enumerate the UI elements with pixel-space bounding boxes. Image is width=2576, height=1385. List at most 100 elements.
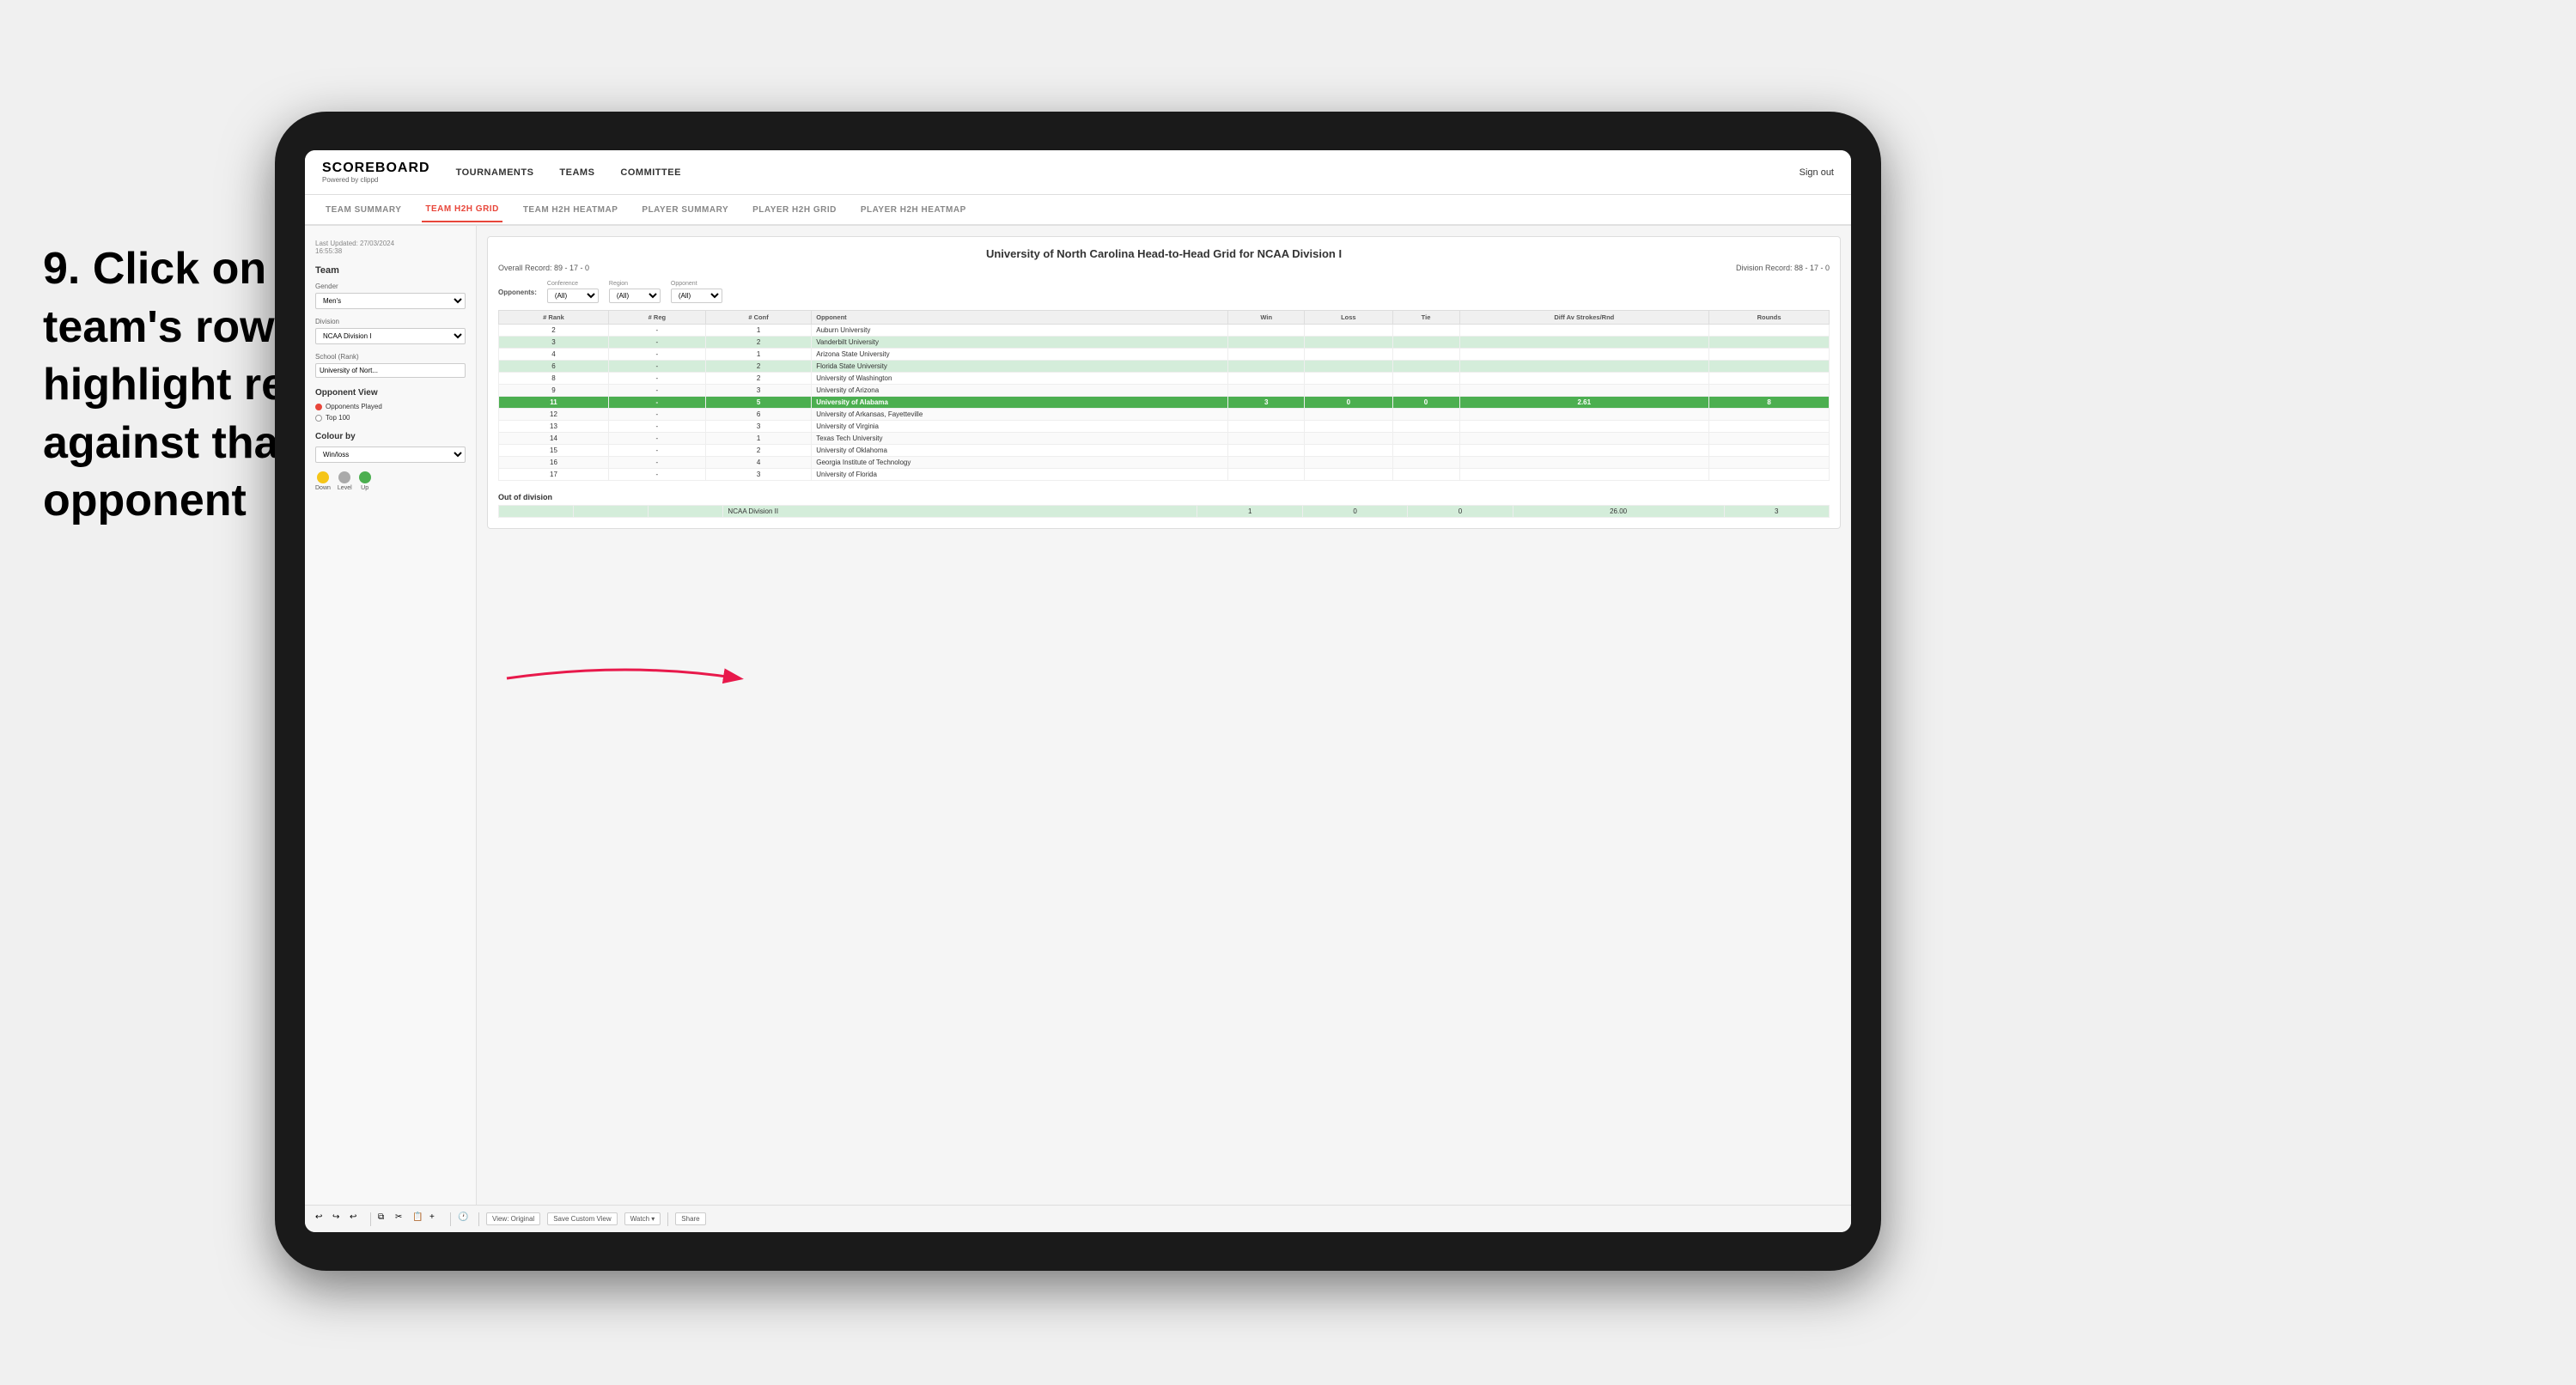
table-row[interactable]: 13-3University of Virginia bbox=[499, 421, 1830, 433]
legend-up: Up bbox=[359, 471, 371, 491]
table-row[interactable]: 3-2Vanderbilt University bbox=[499, 337, 1830, 349]
sub-nav: TEAM SUMMARY TEAM H2H GRID TEAM H2H HEAT… bbox=[305, 195, 1851, 226]
out-division-table: NCAA Division II10026.003 bbox=[498, 505, 1830, 518]
radio-opponents-played[interactable]: Opponents Played bbox=[315, 403, 466, 410]
logo-sub: Powered by clippd bbox=[322, 176, 430, 184]
region-select[interactable]: (All) bbox=[609, 289, 661, 303]
col-conf: # Conf bbox=[705, 311, 811, 325]
undo-icon[interactable]: ↩ bbox=[315, 1212, 329, 1226]
col-opponent: Opponent bbox=[812, 311, 1228, 325]
logo-area: SCOREBOARD Powered by clippd bbox=[322, 161, 430, 184]
back-icon[interactable]: ↩ bbox=[350, 1212, 363, 1226]
opponents-filter-label: Opponents: bbox=[498, 289, 537, 296]
table-row[interactable]: 2-1Auburn University bbox=[499, 325, 1830, 337]
toolbar-sep-1 bbox=[370, 1212, 371, 1226]
legend-dot-level bbox=[338, 471, 350, 483]
grid-title: University of North Carolina Head-to-Hea… bbox=[498, 247, 1830, 260]
subnav-team-summary[interactable]: TEAM SUMMARY bbox=[322, 198, 405, 222]
school-box[interactable]: University of Nort... bbox=[315, 363, 466, 378]
copy-icon[interactable]: ⧉ bbox=[378, 1212, 392, 1226]
table-body: 2-1Auburn University3-2Vanderbilt Univer… bbox=[499, 325, 1830, 481]
conference-filter: Conference (All) bbox=[547, 281, 599, 303]
opponent-view-title: Opponent View bbox=[315, 388, 466, 398]
sidebar-gender-field: Gender Men's bbox=[315, 282, 466, 309]
out-of-division-title: Out of division bbox=[498, 493, 1830, 501]
save-custom-view-btn[interactable]: Save Custom View bbox=[547, 1212, 617, 1225]
sidebar: Last Updated: 27/03/2024 16:55:38 Team G… bbox=[305, 226, 477, 1205]
grid-records: Overall Record: 89 - 17 - 0 Division Rec… bbox=[498, 264, 1830, 272]
radio-dot-top100 bbox=[315, 415, 322, 422]
col-loss: Loss bbox=[1305, 311, 1392, 325]
gender-select[interactable]: Men's bbox=[315, 293, 466, 309]
overall-record: Overall Record: 89 - 17 - 0 bbox=[498, 264, 589, 272]
colour-by-title: Colour by bbox=[315, 432, 466, 441]
watch-btn[interactable]: Watch ▾ bbox=[624, 1212, 661, 1225]
opponent-select[interactable]: (All) bbox=[671, 289, 722, 303]
top-nav: SCOREBOARD Powered by clippd TOURNAMENTS… bbox=[305, 150, 1851, 195]
view-original-btn[interactable]: View: Original bbox=[486, 1212, 540, 1225]
toolbar-sep-4 bbox=[667, 1212, 668, 1226]
nav-tournaments[interactable]: TOURNAMENTS bbox=[456, 164, 534, 181]
logo-text: SCOREBOARD bbox=[322, 161, 430, 176]
paste-icon[interactable]: 📋 bbox=[412, 1212, 426, 1226]
filters-row: Opponents: Conference (All) Region (All) bbox=[498, 281, 1830, 303]
table-row[interactable]: 16-4Georgia Institute of Technology bbox=[499, 457, 1830, 469]
sidebar-team-title: Team bbox=[315, 265, 466, 276]
add-icon[interactable]: + bbox=[429, 1212, 443, 1226]
cut-icon[interactable]: ✂ bbox=[395, 1212, 409, 1226]
division-select[interactable]: NCAA Division I bbox=[315, 328, 466, 344]
table-row[interactable]: 17-3University of Florida bbox=[499, 469, 1830, 481]
bottom-toolbar: ↩ ↪ ↩ ⧉ ✂ 📋 + 🕐 View: Original Save Cust… bbox=[305, 1205, 1851, 1232]
table-row[interactable]: 8-2University of Washington bbox=[499, 373, 1830, 385]
data-area: University of North Carolina Head-to-Hea… bbox=[477, 226, 1851, 1205]
subnav-player-h2h-grid[interactable]: PLAYER H2H GRID bbox=[749, 198, 840, 222]
region-filter: Region (All) bbox=[609, 281, 661, 303]
table-row[interactable]: 15-2University of Oklahoma bbox=[499, 445, 1830, 457]
opponent-filter: Opponent (All) bbox=[671, 281, 722, 303]
toolbar-icons: ↩ ↪ ↩ bbox=[315, 1212, 363, 1226]
clock-icon[interactable]: 🕐 bbox=[458, 1212, 472, 1226]
col-tie: Tie bbox=[1392, 311, 1459, 325]
toolbar-sep-3 bbox=[478, 1212, 479, 1226]
radio-top100[interactable]: Top 100 bbox=[315, 414, 466, 422]
conference-select[interactable]: (All) bbox=[547, 289, 599, 303]
legend-items: Down Level Up bbox=[315, 471, 466, 491]
table-row[interactable]: 12-6University of Arkansas, Fayetteville bbox=[499, 409, 1830, 421]
grid-table: # Rank # Reg # Conf Opponent Win Loss Ti… bbox=[498, 310, 1830, 481]
nav-teams[interactable]: TEAMS bbox=[559, 164, 594, 181]
division-record: Division Record: 88 - 17 - 0 bbox=[1736, 264, 1830, 272]
subnav-player-h2h-heatmap[interactable]: PLAYER H2H HEATMAP bbox=[857, 198, 970, 222]
table-row[interactable]: 11-5University of Alabama3002.618 bbox=[499, 397, 1830, 409]
col-diff: Diff Av Strokes/Rnd bbox=[1459, 311, 1709, 325]
main-content: Last Updated: 27/03/2024 16:55:38 Team G… bbox=[305, 226, 1851, 1205]
tablet-screen: SCOREBOARD Powered by clippd TOURNAMENTS… bbox=[305, 150, 1851, 1232]
table-row[interactable]: 4-1Arizona State University bbox=[499, 349, 1830, 361]
sign-out[interactable]: Sign out bbox=[1800, 167, 1834, 178]
sidebar-last-updated: Last Updated: 27/03/2024 16:55:38 bbox=[315, 240, 466, 255]
subnav-team-h2h-grid[interactable]: TEAM H2H GRID bbox=[422, 197, 502, 222]
legend-dot-down bbox=[317, 471, 329, 483]
table-header: # Rank # Reg # Conf Opponent Win Loss Ti… bbox=[499, 311, 1830, 325]
sidebar-school-field: School (Rank) University of Nort... bbox=[315, 353, 466, 378]
share-btn[interactable]: Share bbox=[675, 1212, 705, 1225]
redo-icon[interactable]: ↪ bbox=[332, 1212, 346, 1226]
sidebar-division-field: Division NCAA Division I bbox=[315, 318, 466, 344]
colour-by-select[interactable]: Win/loss bbox=[315, 446, 466, 463]
radio-dot-opponents-played bbox=[315, 404, 322, 410]
col-rounds: Rounds bbox=[1709, 311, 1830, 325]
out-table-row[interactable]: NCAA Division II10026.003 bbox=[499, 506, 1830, 518]
table-row[interactable]: 14-1Texas Tech University bbox=[499, 433, 1830, 445]
table-row[interactable]: 9-3University of Arizona bbox=[499, 385, 1830, 397]
out-of-division: Out of division NCAA Division II10026.00… bbox=[498, 493, 1830, 518]
subnav-team-h2h-heatmap[interactable]: TEAM H2H HEATMAP bbox=[520, 198, 622, 222]
grid-container: University of North Carolina Head-to-Hea… bbox=[487, 236, 1841, 529]
legend-level: Level bbox=[338, 471, 352, 491]
toolbar-icons-2: ⧉ ✂ 📋 + bbox=[378, 1212, 443, 1226]
subnav-player-summary[interactable]: PLAYER SUMMARY bbox=[638, 198, 732, 222]
col-rank: # Rank bbox=[499, 311, 609, 325]
tablet-frame: SCOREBOARD Powered by clippd TOURNAMENTS… bbox=[275, 112, 1881, 1271]
toolbar-sep-2 bbox=[450, 1212, 451, 1226]
table-row[interactable]: 6-2Florida State University bbox=[499, 361, 1830, 373]
col-reg: # Reg bbox=[608, 311, 705, 325]
nav-committee[interactable]: COMMITTEE bbox=[620, 164, 681, 181]
